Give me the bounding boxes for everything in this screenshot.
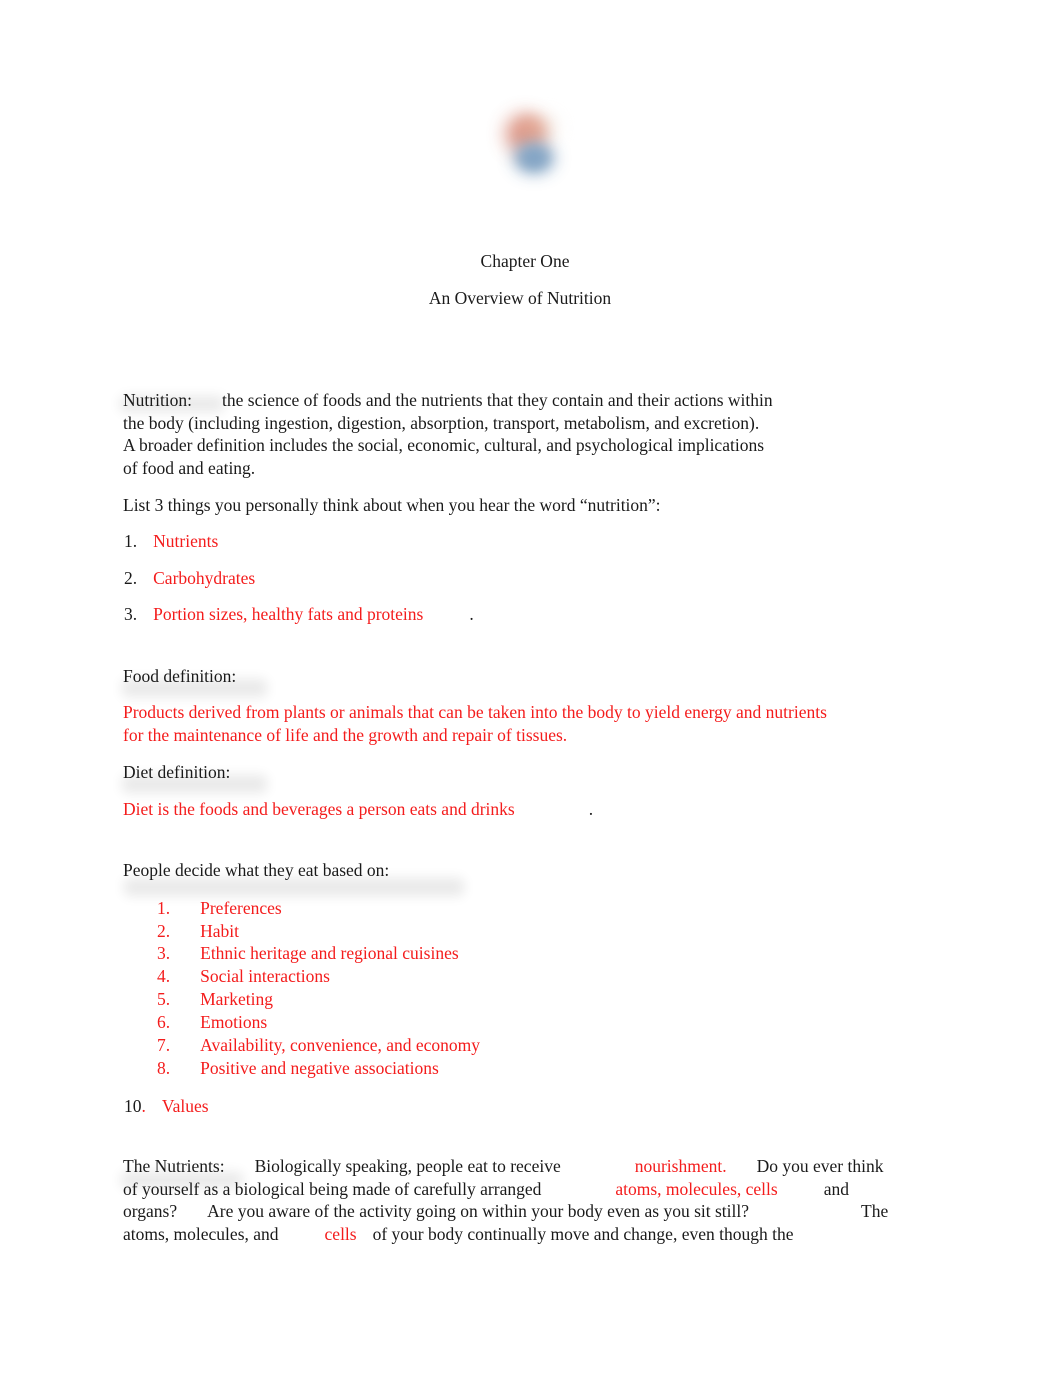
nutrients-line-2: of yourself as a biological being made o…	[123, 1179, 849, 1199]
list-item: 10. Values	[124, 1095, 209, 1118]
list-number: 1.	[124, 531, 138, 551]
nutrients-line-4: atoms, molecules, and cells of your body c…	[123, 1224, 793, 1244]
list-answer: Ethnic heritage and regional cuisines	[200, 943, 459, 963]
document-page: Chapter One An Overview of Nutrition Nut…	[0, 0, 1062, 1377]
food-answer-line-1: Products derived from plants or animals …	[123, 702, 827, 722]
list-number: 6.	[157, 1012, 171, 1032]
list-item: 1. Preferences	[157, 897, 282, 920]
list-answer: Emotions	[200, 1012, 268, 1032]
list-answer: Preferences	[200, 898, 282, 918]
nutrition-line-3: A broader definition includes the social…	[123, 435, 765, 456]
list-item: 5. Marketing	[157, 988, 273, 1011]
nutrients-line-3: organs? Are you aware of the activity goi…	[123, 1201, 888, 1221]
list-item: 2. Carbohydrates	[124, 567, 255, 590]
nutrients-label: The Nutrients:	[123, 1156, 225, 1176]
list-number-dot: .	[141, 1096, 146, 1116]
nutrients-answer-2: atoms, molecules, cells	[615, 1178, 778, 1199]
list-answer: Positive and negative associations	[200, 1058, 439, 1078]
nutrients-seg-1: Biologically speaking, people eat to rec…	[254, 1156, 561, 1176]
nutrients-seg-9: of your body continually move and change…	[372, 1223, 794, 1244]
list-trailing-period: .	[469, 604, 474, 624]
list-number: 5.	[157, 989, 171, 1009]
nutrition-line-2: the body (including ingestion, digestion…	[123, 412, 760, 433]
nutrients-seg-5: organs?	[123, 1201, 178, 1222]
nutrients-seg-4: and	[823, 1178, 849, 1199]
nutrients-seg-2: Do you ever think	[756, 1156, 884, 1176]
nutrition-label: Nutrition:	[123, 390, 193, 410]
nutrients-answer-3: cells	[324, 1223, 357, 1244]
list-item: 7. Availability, convenience, and economy	[157, 1034, 480, 1057]
diet-trailing-period: .	[588, 799, 594, 819]
list-number: 1.	[157, 898, 171, 918]
nutrients-seg-3: of yourself as a biological being made o…	[123, 1178, 542, 1199]
header-logo-image	[497, 114, 569, 192]
nutrition-line-4: of food and eating.	[123, 457, 256, 478]
food-answer-line-2: for the maintenance of life and the grow…	[123, 724, 568, 745]
nutrients-line-1: The Nutrients: Biologically speaking, peo…	[123, 1156, 883, 1176]
list-answer: Availability, convenience, and economy	[200, 1035, 481, 1055]
nutrients-paragraph: The Nutrients: Biologically speaking, peo…	[123, 1155, 943, 1245]
list-number: 4.	[157, 966, 171, 986]
list-item: 3. Ethnic heritage and regional cuisines	[157, 942, 459, 965]
list-number: 8.	[157, 1058, 171, 1078]
list-answer: Values	[161, 1096, 209, 1116]
list-answer: Marketing	[200, 989, 274, 1009]
list-item: 3. Portion sizes, healthy fats and protei…	[124, 603, 474, 626]
diet-definition-answer: Diet is the foods and beverages a person…	[123, 798, 593, 821]
food-definition-label: Food definition:	[123, 666, 237, 686]
diet-answer-text: Diet is the foods and beverages a person…	[123, 799, 515, 819]
list-number: 3.	[124, 604, 138, 624]
list-answer: Portion sizes, healthy fats and proteins	[153, 604, 424, 624]
list-answer: Habit	[200, 921, 240, 941]
nutrients-answer-1: nourishment.	[634, 1156, 727, 1176]
nutrition-line-1: the science of foods and the nutrients t…	[222, 390, 773, 410]
chapter-title: Chapter One	[480, 251, 570, 271]
list-number: 7.	[157, 1035, 171, 1055]
list-item: 8. Positive and negative associations	[157, 1057, 439, 1080]
list-number: 10	[124, 1096, 142, 1116]
list-number: 2.	[124, 568, 138, 588]
list-item: 6. Emotions	[157, 1011, 267, 1034]
document-subtitle: An Overview of Nutrition	[428, 288, 612, 308]
nutrients-seg-6: Are you aware of the activity going on w…	[207, 1201, 750, 1222]
list-item: 4. Social interactions	[157, 965, 330, 988]
logo-blob-upper-core-icon	[519, 118, 545, 144]
diet-definition-label: Diet definition:	[123, 762, 231, 782]
list-answer: Carbohydrates	[153, 568, 256, 588]
nutrients-seg-8: atoms, molecules, and	[123, 1223, 279, 1244]
list-number: 3.	[157, 943, 171, 963]
list-prompt: List 3 things you personally think about…	[123, 495, 661, 515]
nutrition-definition-block: Nutrition: the science of foods and the n…	[123, 389, 923, 479]
list-number: 2.	[157, 921, 171, 941]
nutrients-seg-7: The	[861, 1201, 889, 1222]
list-item: 2. Habit	[157, 920, 239, 943]
decide-section-label: People decide what they eat based on:	[123, 860, 390, 880]
list-item: 1. Nutrients	[124, 530, 218, 553]
list-answer: Social interactions	[200, 966, 330, 986]
food-definition-answer: Products derived from plants or animals …	[123, 701, 913, 746]
list-answer: Nutrients	[153, 531, 219, 551]
logo-blob-lower-core-icon	[521, 148, 547, 168]
